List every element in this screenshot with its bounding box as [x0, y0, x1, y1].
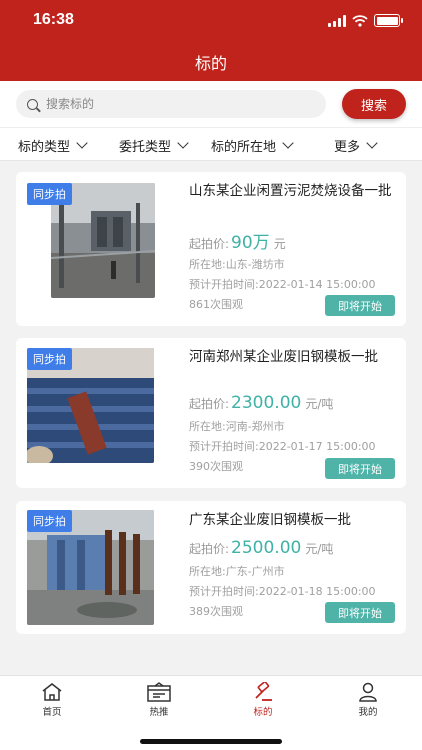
search-input[interactable]: [46, 97, 296, 111]
filter-bar: 标的类型 委托类型 标的所在地 更多: [0, 127, 422, 161]
listing-location: 所在地:河南-郑州市: [189, 420, 285, 433]
wifi-icon: [352, 14, 368, 27]
coming-soon-button[interactable]: 即将开始: [325, 602, 395, 623]
price-label: 起拍价:: [189, 542, 230, 556]
listing-card[interactable]: 同步拍 山东某企业闲置污泥焚烧设备一批 起拍价: 90万 元 所在地:山东-潍坊…: [16, 172, 406, 326]
page-title: 标的: [194, 54, 227, 73]
home-indicator: [140, 739, 282, 744]
tab-mine[interactable]: 我的: [338, 682, 398, 718]
tab-label: 我的: [358, 707, 378, 718]
price-label: 起拍价:: [189, 397, 230, 411]
price-row: 起拍价: 2300.00 元/吨: [189, 393, 333, 413]
app-header: 16:38 标的: [0, 0, 422, 81]
chevron-down-icon: [177, 137, 189, 149]
coming-soon-button[interactable]: 即将开始: [325, 295, 395, 316]
starting-price: 2500.00: [231, 538, 302, 558]
starting-price: 90万: [231, 233, 270, 253]
filter-label: 委托类型: [119, 140, 172, 155]
listing-location: 所在地:山东-潍坊市: [189, 258, 285, 271]
listing-views: 861次围观: [189, 298, 243, 311]
filter-item-type[interactable]: 标的类型: [18, 136, 88, 155]
price-unit: 元/吨: [305, 542, 334, 556]
status-icons: [328, 14, 403, 27]
sync-auction-tag: 同步拍: [27, 348, 72, 370]
search-icon: [27, 98, 38, 110]
listing-views: 390次围观: [189, 460, 243, 473]
status-time: 16:38: [33, 11, 74, 28]
signal-icon: [328, 14, 346, 27]
tab-hot[interactable]: 热推: [129, 682, 189, 718]
filter-label: 标的类型: [18, 140, 71, 155]
filter-label: 标的所在地: [211, 140, 277, 155]
listing-card[interactable]: 同步拍 广东某企业废旧钢模板一批 起拍价: 2500.00 元/吨 所在地:广东…: [16, 501, 406, 634]
search-bar: 搜索: [0, 81, 422, 127]
price-unit: 元: [273, 237, 286, 251]
price-unit: 元/吨: [305, 397, 334, 411]
user-icon: [359, 682, 377, 702]
filter-item-location[interactable]: 标的所在地: [211, 136, 294, 155]
starting-price: 2300.00: [231, 393, 302, 413]
chevron-down-icon: [282, 137, 294, 149]
tab-label: 热推: [149, 707, 169, 718]
filter-label: 更多: [334, 140, 361, 155]
listing-title[interactable]: 广东某企业废旧钢模板一批: [189, 511, 394, 529]
tab-home[interactable]: 首页: [22, 682, 82, 718]
tab-label: 标的: [253, 707, 273, 718]
tab-targets[interactable]: 标的: [233, 682, 293, 718]
listing-start-time: 预计开拍时间:2022-01-18 15:00:00: [189, 585, 376, 598]
hot-news-icon: [147, 682, 171, 702]
sync-auction-tag: 同步拍: [27, 183, 72, 205]
price-row: 起拍价: 90万 元: [189, 228, 286, 253]
auction-hammer-icon: [255, 682, 272, 701]
coming-soon-button[interactable]: 即将开始: [325, 458, 395, 479]
status-bar: 16:38: [0, 0, 422, 42]
listing-card[interactable]: 同步拍 河南郑州某企业废旧钢模板一批 起拍价: 2300.00 元/吨 所在地:…: [16, 338, 406, 488]
search-button[interactable]: 搜索: [342, 89, 406, 119]
listing-location: 所在地:广东-广州市: [189, 565, 285, 578]
home-icon: [42, 683, 62, 701]
filter-item-consign-type[interactable]: 委托类型: [119, 136, 189, 155]
listing-start-time: 预计开拍时间:2022-01-14 15:00:00: [189, 278, 376, 291]
listing-views: 389次围观: [189, 605, 243, 618]
chevron-down-icon: [76, 137, 88, 149]
listing-start-time: 预计开拍时间:2022-01-17 15:00:00: [189, 440, 376, 453]
price-row: 起拍价: 2500.00 元/吨: [189, 538, 333, 558]
tab-label: 首页: [42, 707, 62, 718]
battery-icon: [374, 14, 403, 27]
chevron-down-icon: [366, 137, 378, 149]
sync-auction-tag: 同步拍: [27, 510, 72, 532]
search-field[interactable]: [16, 90, 326, 118]
listing-title[interactable]: 河南郑州某企业废旧钢模板一批: [189, 348, 394, 366]
listing-title[interactable]: 山东某企业闲置污泥焚烧设备一批: [189, 182, 394, 200]
price-label: 起拍价:: [189, 237, 230, 251]
filter-item-more[interactable]: 更多: [334, 136, 378, 155]
